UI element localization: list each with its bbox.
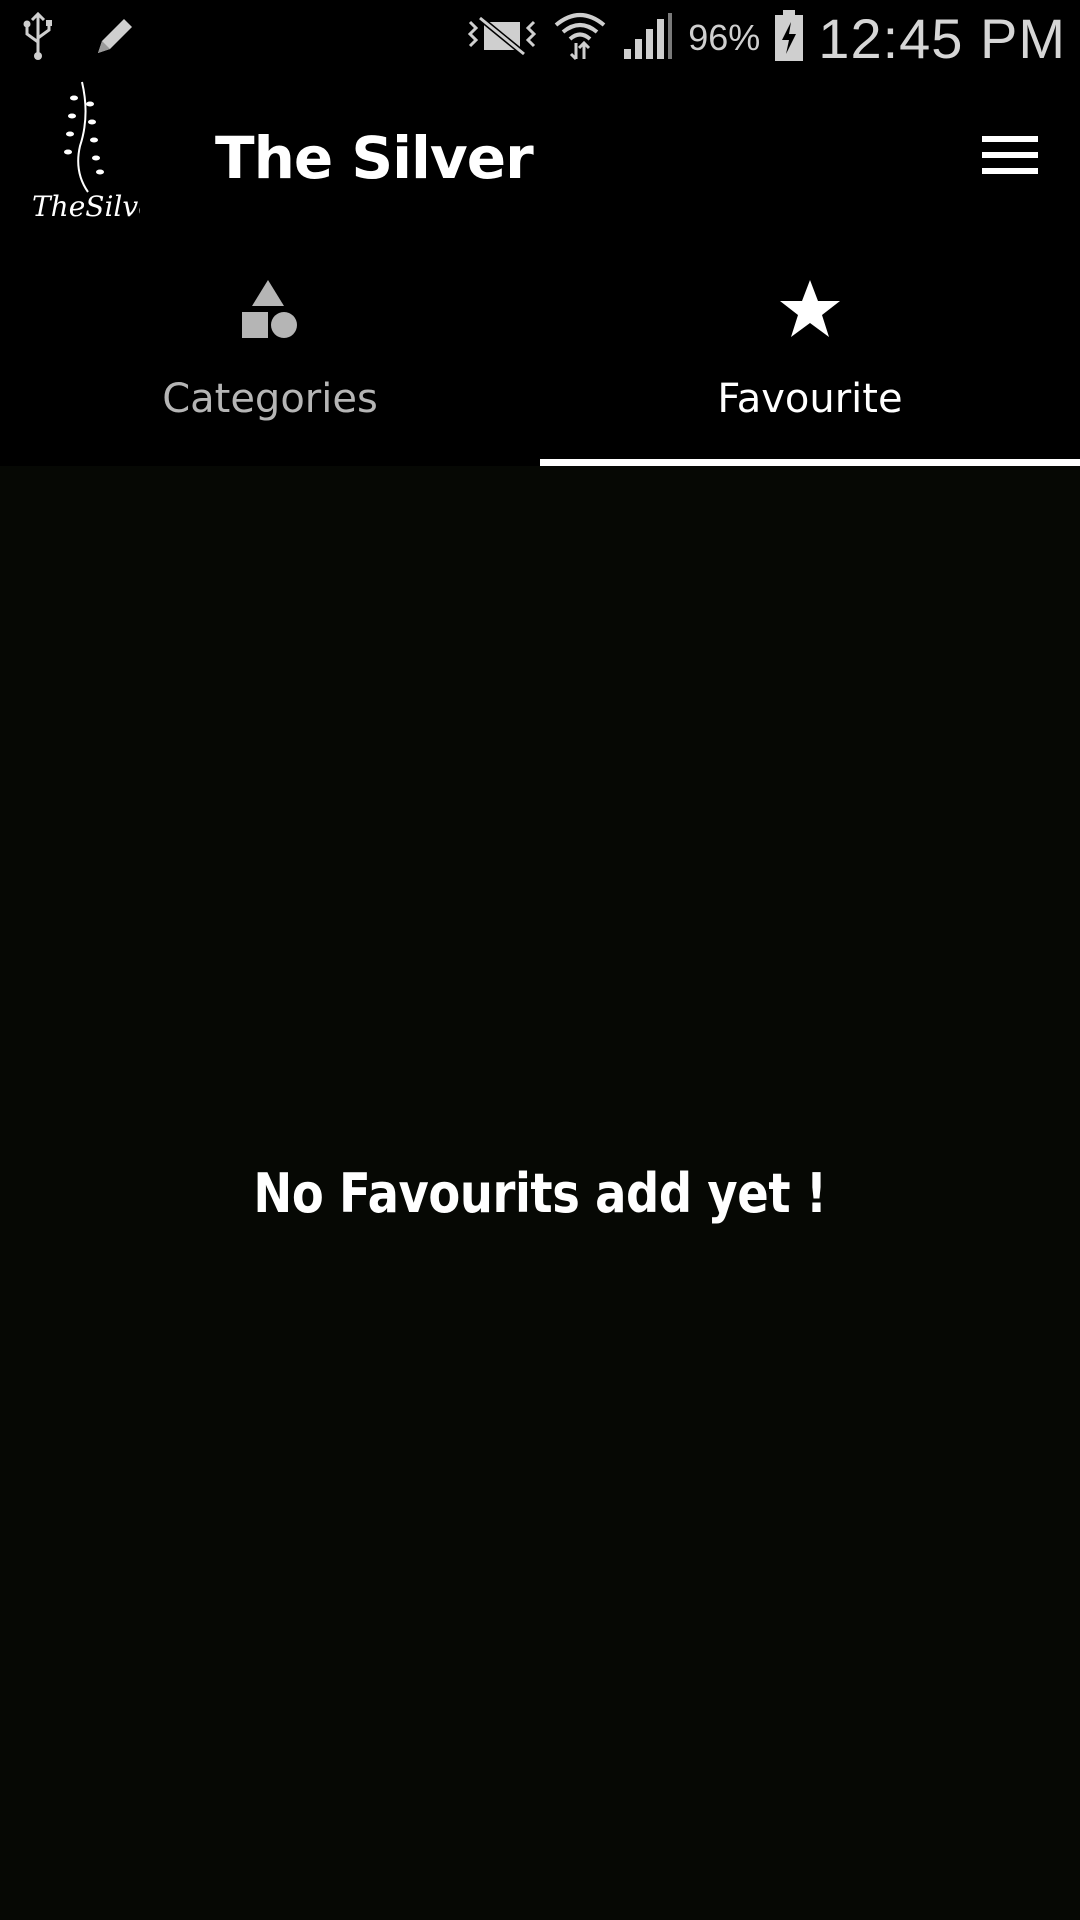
favourites-content: No Favourits add yet ! (0, 466, 1080, 1920)
cell-signal-icon (622, 11, 674, 65)
selected-tab-indicator (540, 459, 1080, 466)
menu-button[interactable] (982, 132, 1038, 178)
shapes-icon (238, 278, 302, 346)
status-bar: 96% 12:45 PM (0, 0, 1080, 76)
tab-categories[interactable]: Categories (0, 248, 540, 466)
wifi-icon (552, 9, 608, 67)
battery-percent: 96% (688, 17, 761, 58)
svg-text:TheSilver: TheSilver (32, 190, 140, 223)
tab-favourite[interactable]: Favourite (540, 248, 1080, 466)
pencil-icon (92, 13, 138, 63)
tab-categories-label: Categories (162, 376, 378, 422)
status-left-icons (22, 11, 138, 64)
clock: 12:45 PM (818, 6, 1066, 70)
app-bar: TheSilver The Silver (0, 76, 1080, 248)
usb-icon (22, 11, 54, 64)
vibrate-mute-icon (466, 14, 538, 62)
tab-bar: Categories Favourite (0, 248, 1080, 466)
battery-charging-icon (774, 10, 804, 66)
app-title: The Silver (215, 124, 534, 192)
hamburger-menu-icon (982, 136, 1038, 174)
status-right-icons: 96% 12:45 PM (466, 6, 1066, 70)
empty-state-message: No Favourits add yet ! (253, 1162, 827, 1225)
star-icon (778, 278, 842, 344)
tab-favourite-label: Favourite (717, 376, 903, 422)
app-logo: TheSilver (30, 76, 170, 226)
